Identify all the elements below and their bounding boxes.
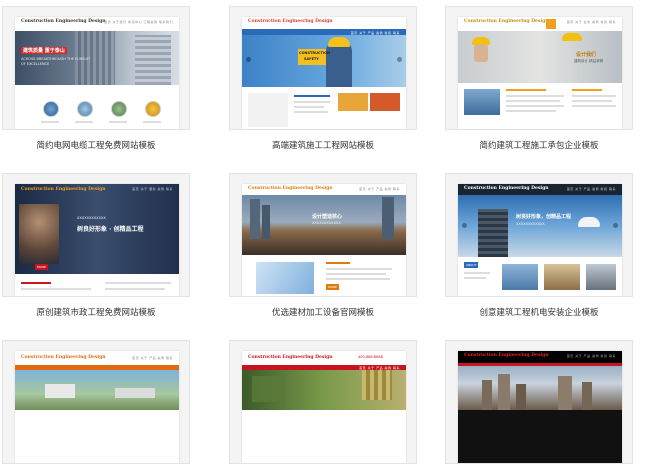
preview-logo: Construction Engineering Design	[248, 19, 333, 24]
hero-subtitle: XXXXXXXXXXXX	[516, 222, 545, 226]
template-card-7[interactable]: Construction Engineering Design 首页 关于 产品…	[2, 340, 190, 464]
hero-title: CONSTRUCTION	[299, 51, 331, 55]
hero-subtitle-2: OF EXCELLENCE	[21, 62, 50, 66]
template-card-9[interactable]: Construction Engineering Design 首页 关于 产品…	[445, 340, 633, 464]
preview-header: Construction Engineering Design 首页 关于 产品…	[458, 184, 622, 195]
preview-hero: Construction Engineering Design 首页 关于 服务…	[15, 184, 179, 274]
next-arrow[interactable]	[613, 223, 618, 228]
template-card-4[interactable]: Construction Engineering Design 首页 关于 服务…	[2, 173, 190, 297]
template-preview: Construction Engineering Design 首页 关于 产品…	[242, 17, 406, 129]
template-title[interactable]: 高端建筑施工工程网站模板	[229, 139, 417, 151]
preview-header: Construction Engineering Design 400-888-…	[242, 351, 406, 365]
hero-subtitle: SAFETY	[304, 57, 319, 61]
preview-header: Construction Engineering Design	[242, 17, 406, 29]
preview-logo: Construction Engineering Design	[21, 187, 106, 192]
more-button[interactable]: MORE	[326, 284, 339, 290]
template-card-3[interactable]: Construction Engineering Design 首页 关于 业务…	[445, 6, 633, 130]
preview-header: Construction Engineering Design 首页 关于 业务…	[458, 17, 622, 31]
template-preview: Construction Engineering Design 首页 关于 业务…	[458, 17, 622, 129]
template-preview: Construction Engineering Design 首页 关于 产品…	[15, 351, 179, 463]
preview-nav: 首页 关于 产品 案例 新闻 联系	[350, 30, 400, 35]
service-thumb	[111, 101, 127, 117]
service-thumb	[77, 101, 93, 117]
template-card-5[interactable]: Construction Engineering Design 首页 关于 产品…	[229, 173, 417, 297]
hero-subtitle: 建筑设计 精益求精	[574, 59, 604, 63]
prev-arrow[interactable]	[462, 223, 467, 228]
template-preview: Construction Engineering Design 首页 关于 服务…	[15, 184, 179, 296]
hero-title: 树良好形象，创精品工程	[516, 214, 572, 220]
template-preview: Construction Engineering Design 首页 关于 产品…	[458, 351, 622, 463]
hero-title: 建筑质量 重于泰山	[21, 47, 67, 54]
preview-logo: Construction Engineering Design	[21, 355, 106, 360]
prev-arrow[interactable]	[246, 57, 251, 62]
preview-logo: Construction Engineering Design	[464, 353, 549, 358]
hero-subtitle: ACROSS BREAKTHROUGH THE PURSUIT	[21, 57, 91, 61]
preview-nav: 首页 关于 产品 案例 新闻 联系	[566, 187, 616, 191]
template-preview: Construction Engineering Design 首页 关于 产品…	[458, 184, 622, 296]
preview-hero: 设计塑造核心 XXXXXXXXXXXX	[242, 195, 406, 255]
template-preview: Construction Engineering Design 首页 关于 产品…	[242, 184, 406, 296]
preview-hero	[458, 366, 622, 410]
preview-nav: 首页 关于我们 新闻中心 工程案例 联系我们	[104, 20, 173, 24]
template-preview: Construction Engineering Design 400-888-…	[242, 351, 406, 463]
template-card-8[interactable]: Construction Engineering Design 400-888-…	[229, 340, 417, 464]
preview-hero: 树良好形象，创精品工程 XXXXXXXXXXXX	[458, 195, 622, 257]
preview-hero	[242, 370, 406, 410]
template-card-6[interactable]: Construction Engineering Design 首页 关于 产品…	[445, 173, 633, 297]
preview-nav: 首页 关于 服务 案例 联系	[132, 187, 173, 191]
preview-nav: 首页 关于 产品 案例 联系	[132, 356, 173, 360]
template-title[interactable]: 优选建材加工设备官网模板	[229, 306, 417, 318]
preview-phone: 400-888-8888	[358, 355, 383, 359]
preview-logo: Construction Engineering Design	[248, 355, 333, 360]
template-title[interactable]: 创意建筑工程机电安装企业模板	[445, 306, 633, 318]
preview-hero: CONSTRUCTION SAFETY	[242, 35, 406, 87]
preview-hero: 建筑质量 重于泰山 ACROSS BREAKTHROUGH THE PURSUI…	[15, 31, 179, 85]
next-arrow[interactable]	[397, 57, 402, 62]
hero-title: 设计塑造核心	[312, 214, 343, 220]
preview-logo: Construction Engineering Design	[21, 19, 106, 24]
preview-header: Construction Engineering Design 首页 关于我们 …	[15, 17, 179, 28]
hero-title: 设计我们	[576, 52, 597, 58]
template-card-2[interactable]: Construction Engineering Design 首页 关于 产品…	[229, 6, 417, 130]
preview-nav: 首页 关于 产品 案例 联系	[359, 187, 400, 191]
preview-hero	[15, 370, 179, 410]
template-title[interactable]: 简约电网电缆工程免费网站模板	[2, 139, 190, 151]
preview-header: Construction Engineering Design 首页 关于 产品…	[15, 351, 179, 365]
service-thumb	[145, 101, 161, 117]
hero-title: 树良好形象 · 创精品工程	[77, 226, 144, 233]
preview-nav: 首页 关于 业务 案例 新闻 联系	[566, 20, 616, 24]
preview-hero: 设计我们 建筑设计 精益求精	[458, 31, 622, 83]
preview-logo: Construction Engineering Design	[248, 186, 333, 191]
template-card-1[interactable]: Construction Engineering Design 首页 关于我们 …	[2, 6, 190, 130]
hero-subtitle: XXXXXXXXXXXX	[77, 216, 106, 220]
template-title[interactable]: 原创建筑市政工程免费网站模板	[2, 306, 190, 318]
service-thumb	[43, 101, 59, 117]
template-preview: Construction Engineering Design 首页 关于我们 …	[15, 17, 179, 129]
preview-header: Construction Engineering Design 首页 关于 产品…	[458, 351, 622, 363]
hero-subtitle: XXXXXXXXXXXX	[312, 221, 341, 225]
more-button[interactable]: MORE	[35, 264, 48, 270]
preview-logo: Construction Engineering Design	[464, 186, 549, 191]
template-title[interactable]: 简约建筑工程施工承包企业模板	[445, 139, 633, 151]
preview-nav: 首页 关于 产品 案例 新闻 联系	[566, 354, 616, 358]
preview-logo: Construction Engineering Design	[464, 19, 549, 24]
preview-header: Construction Engineering Design 首页 关于 产品…	[242, 184, 406, 195]
